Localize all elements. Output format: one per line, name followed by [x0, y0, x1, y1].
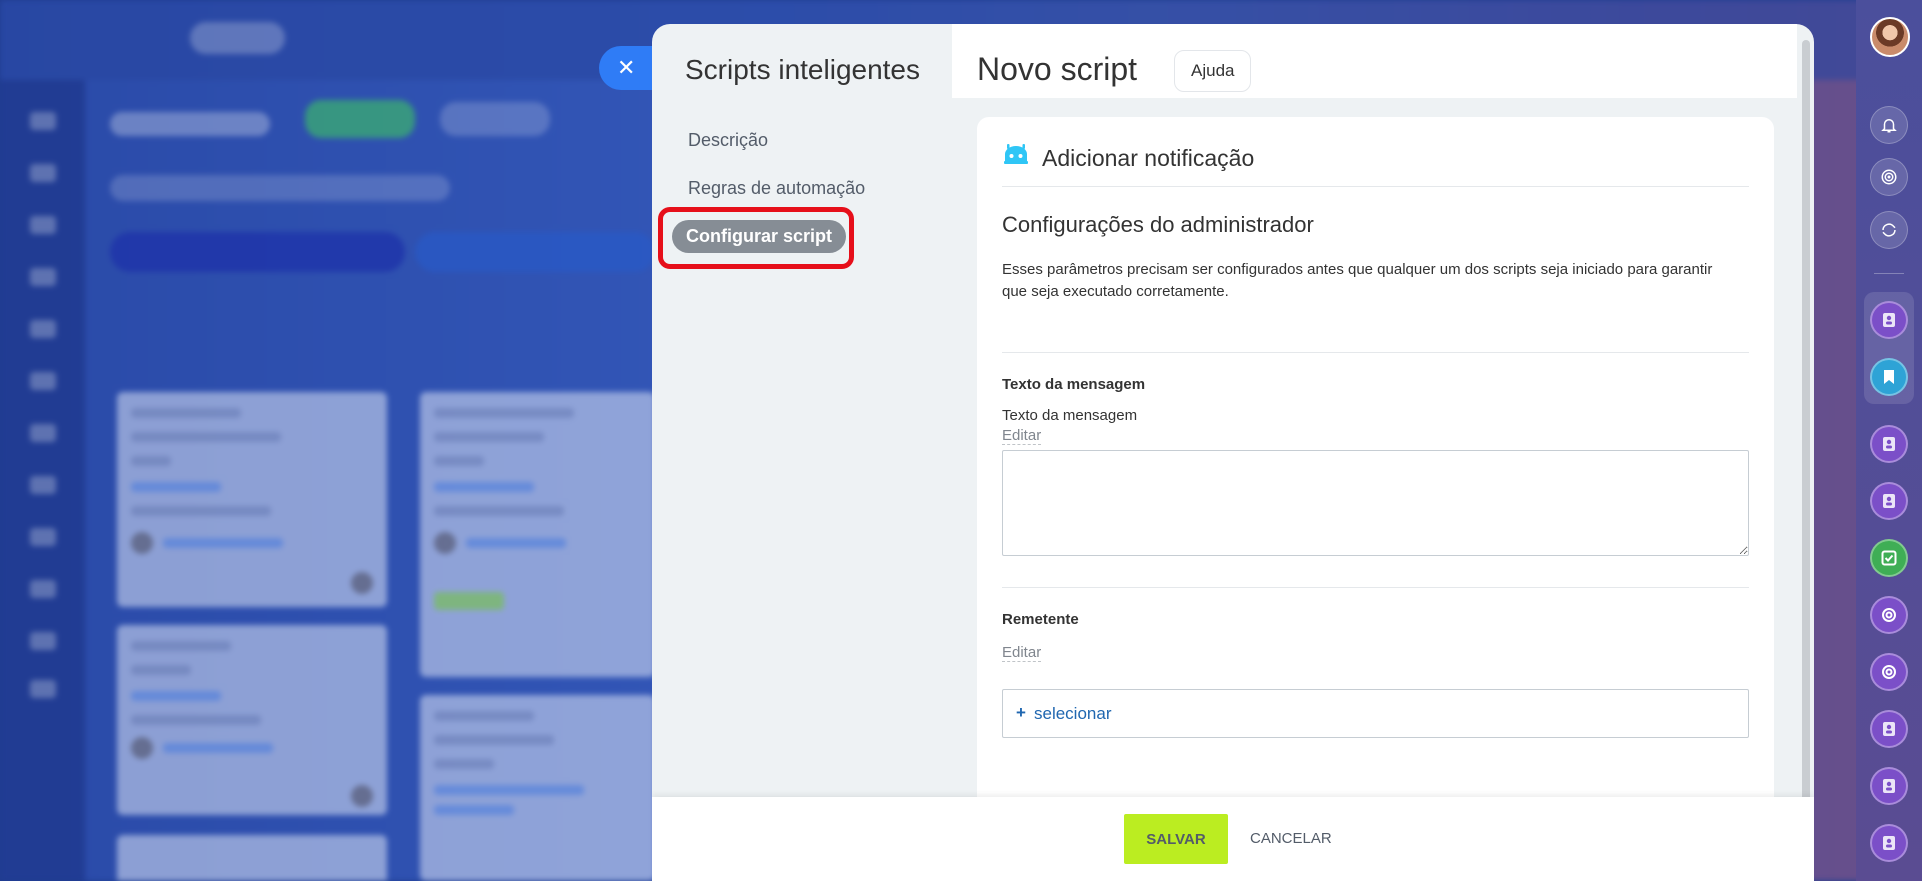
- crm-icon[interactable]: [1870, 596, 1908, 634]
- background-filter: [440, 102, 550, 136]
- background-card: [117, 392, 387, 607]
- contact-icon[interactable]: [1870, 710, 1908, 748]
- background-title: [110, 112, 270, 136]
- bookmark-icon[interactable]: [1870, 358, 1908, 396]
- slider-close-button[interactable]: ✕: [599, 46, 655, 90]
- sidebar-item-regras-de-automacao[interactable]: Regras de automação: [688, 178, 865, 199]
- message-field-sublabel: Texto da mensagem: [1002, 407, 1138, 424]
- slider-scrollbar[interactable]: [1802, 40, 1810, 848]
- robot-icon: [1004, 144, 1028, 164]
- task-icon[interactable]: [1870, 539, 1908, 577]
- slider-sidebar: Scripts inteligentes Descrição Regras de…: [652, 24, 952, 881]
- sidebar-title: Scripts inteligentes: [685, 54, 921, 85]
- rail-separator: [1874, 273, 1904, 274]
- save-button[interactable]: SALVAR: [1124, 814, 1228, 864]
- message-edit-link[interactable]: Editar: [1002, 427, 1042, 445]
- section-header: Adicionar notificação: [1002, 137, 1749, 187]
- page-title: Novo script: [977, 51, 1138, 87]
- bell-icon[interactable]: [1870, 106, 1908, 144]
- divider: [1002, 352, 1749, 353]
- slider-footer: SALVAR CANCELAR: [652, 797, 1814, 881]
- sync-icon[interactable]: [1870, 211, 1908, 249]
- background-card: [117, 835, 387, 881]
- slider-panel: Scripts inteligentes Descrição Regras de…: [652, 24, 1814, 881]
- annotation-highlight-box: [658, 207, 854, 269]
- contact-icon[interactable]: [1870, 425, 1908, 463]
- sender-select[interactable]: + selecionar: [1002, 689, 1749, 738]
- contact-icon[interactable]: [1870, 482, 1908, 520]
- background-left-nav: [0, 80, 85, 881]
- slider-main: Novo script Ajuda Adicionar notificação …: [952, 24, 1797, 881]
- message-textarea[interactable]: [1002, 450, 1749, 556]
- sidebar-item-descricao[interactable]: Descrição: [688, 130, 768, 151]
- script-settings-card: Adicionar notificação Configurações do a…: [977, 117, 1774, 817]
- close-icon: ✕: [617, 55, 636, 80]
- background-tab: [190, 22, 285, 54]
- background-toolbar: [110, 175, 450, 201]
- section-title: Adicionar notificação: [1042, 145, 1255, 171]
- admin-settings-description: Esses parâmetros precisam ser configurad…: [1002, 261, 1713, 300]
- divider: [1002, 587, 1749, 588]
- admin-settings-title: Configurações do administrador: [1002, 212, 1314, 237]
- background-card: [420, 695, 655, 881]
- help-button[interactable]: Ajuda: [1174, 50, 1252, 92]
- right-rail: [1856, 0, 1922, 881]
- background-column-head: [415, 232, 655, 272]
- avatar[interactable]: [1870, 17, 1910, 57]
- crm-icon[interactable]: [1870, 653, 1908, 691]
- plus-icon: +: [1016, 703, 1026, 722]
- background-card: [420, 392, 655, 677]
- background-column-head: [110, 232, 405, 272]
- target-icon[interactable]: [1870, 158, 1908, 196]
- sender-select-label: selecionar: [1034, 704, 1112, 723]
- contact-icon[interactable]: [1870, 301, 1908, 339]
- sender-edit-link[interactable]: Editar: [1002, 644, 1042, 662]
- contact-icon[interactable]: [1870, 767, 1908, 805]
- cancel-button[interactable]: CANCELAR: [1250, 814, 1332, 864]
- background-card: [117, 625, 387, 815]
- message-field-label: Texto da mensagem: [1002, 376, 1146, 393]
- sender-field-label: Remetente: [1002, 611, 1079, 628]
- contact-icon[interactable]: [1870, 824, 1908, 862]
- background-add-button: [305, 100, 415, 138]
- slider-header: Novo script Ajuda: [952, 24, 1797, 98]
